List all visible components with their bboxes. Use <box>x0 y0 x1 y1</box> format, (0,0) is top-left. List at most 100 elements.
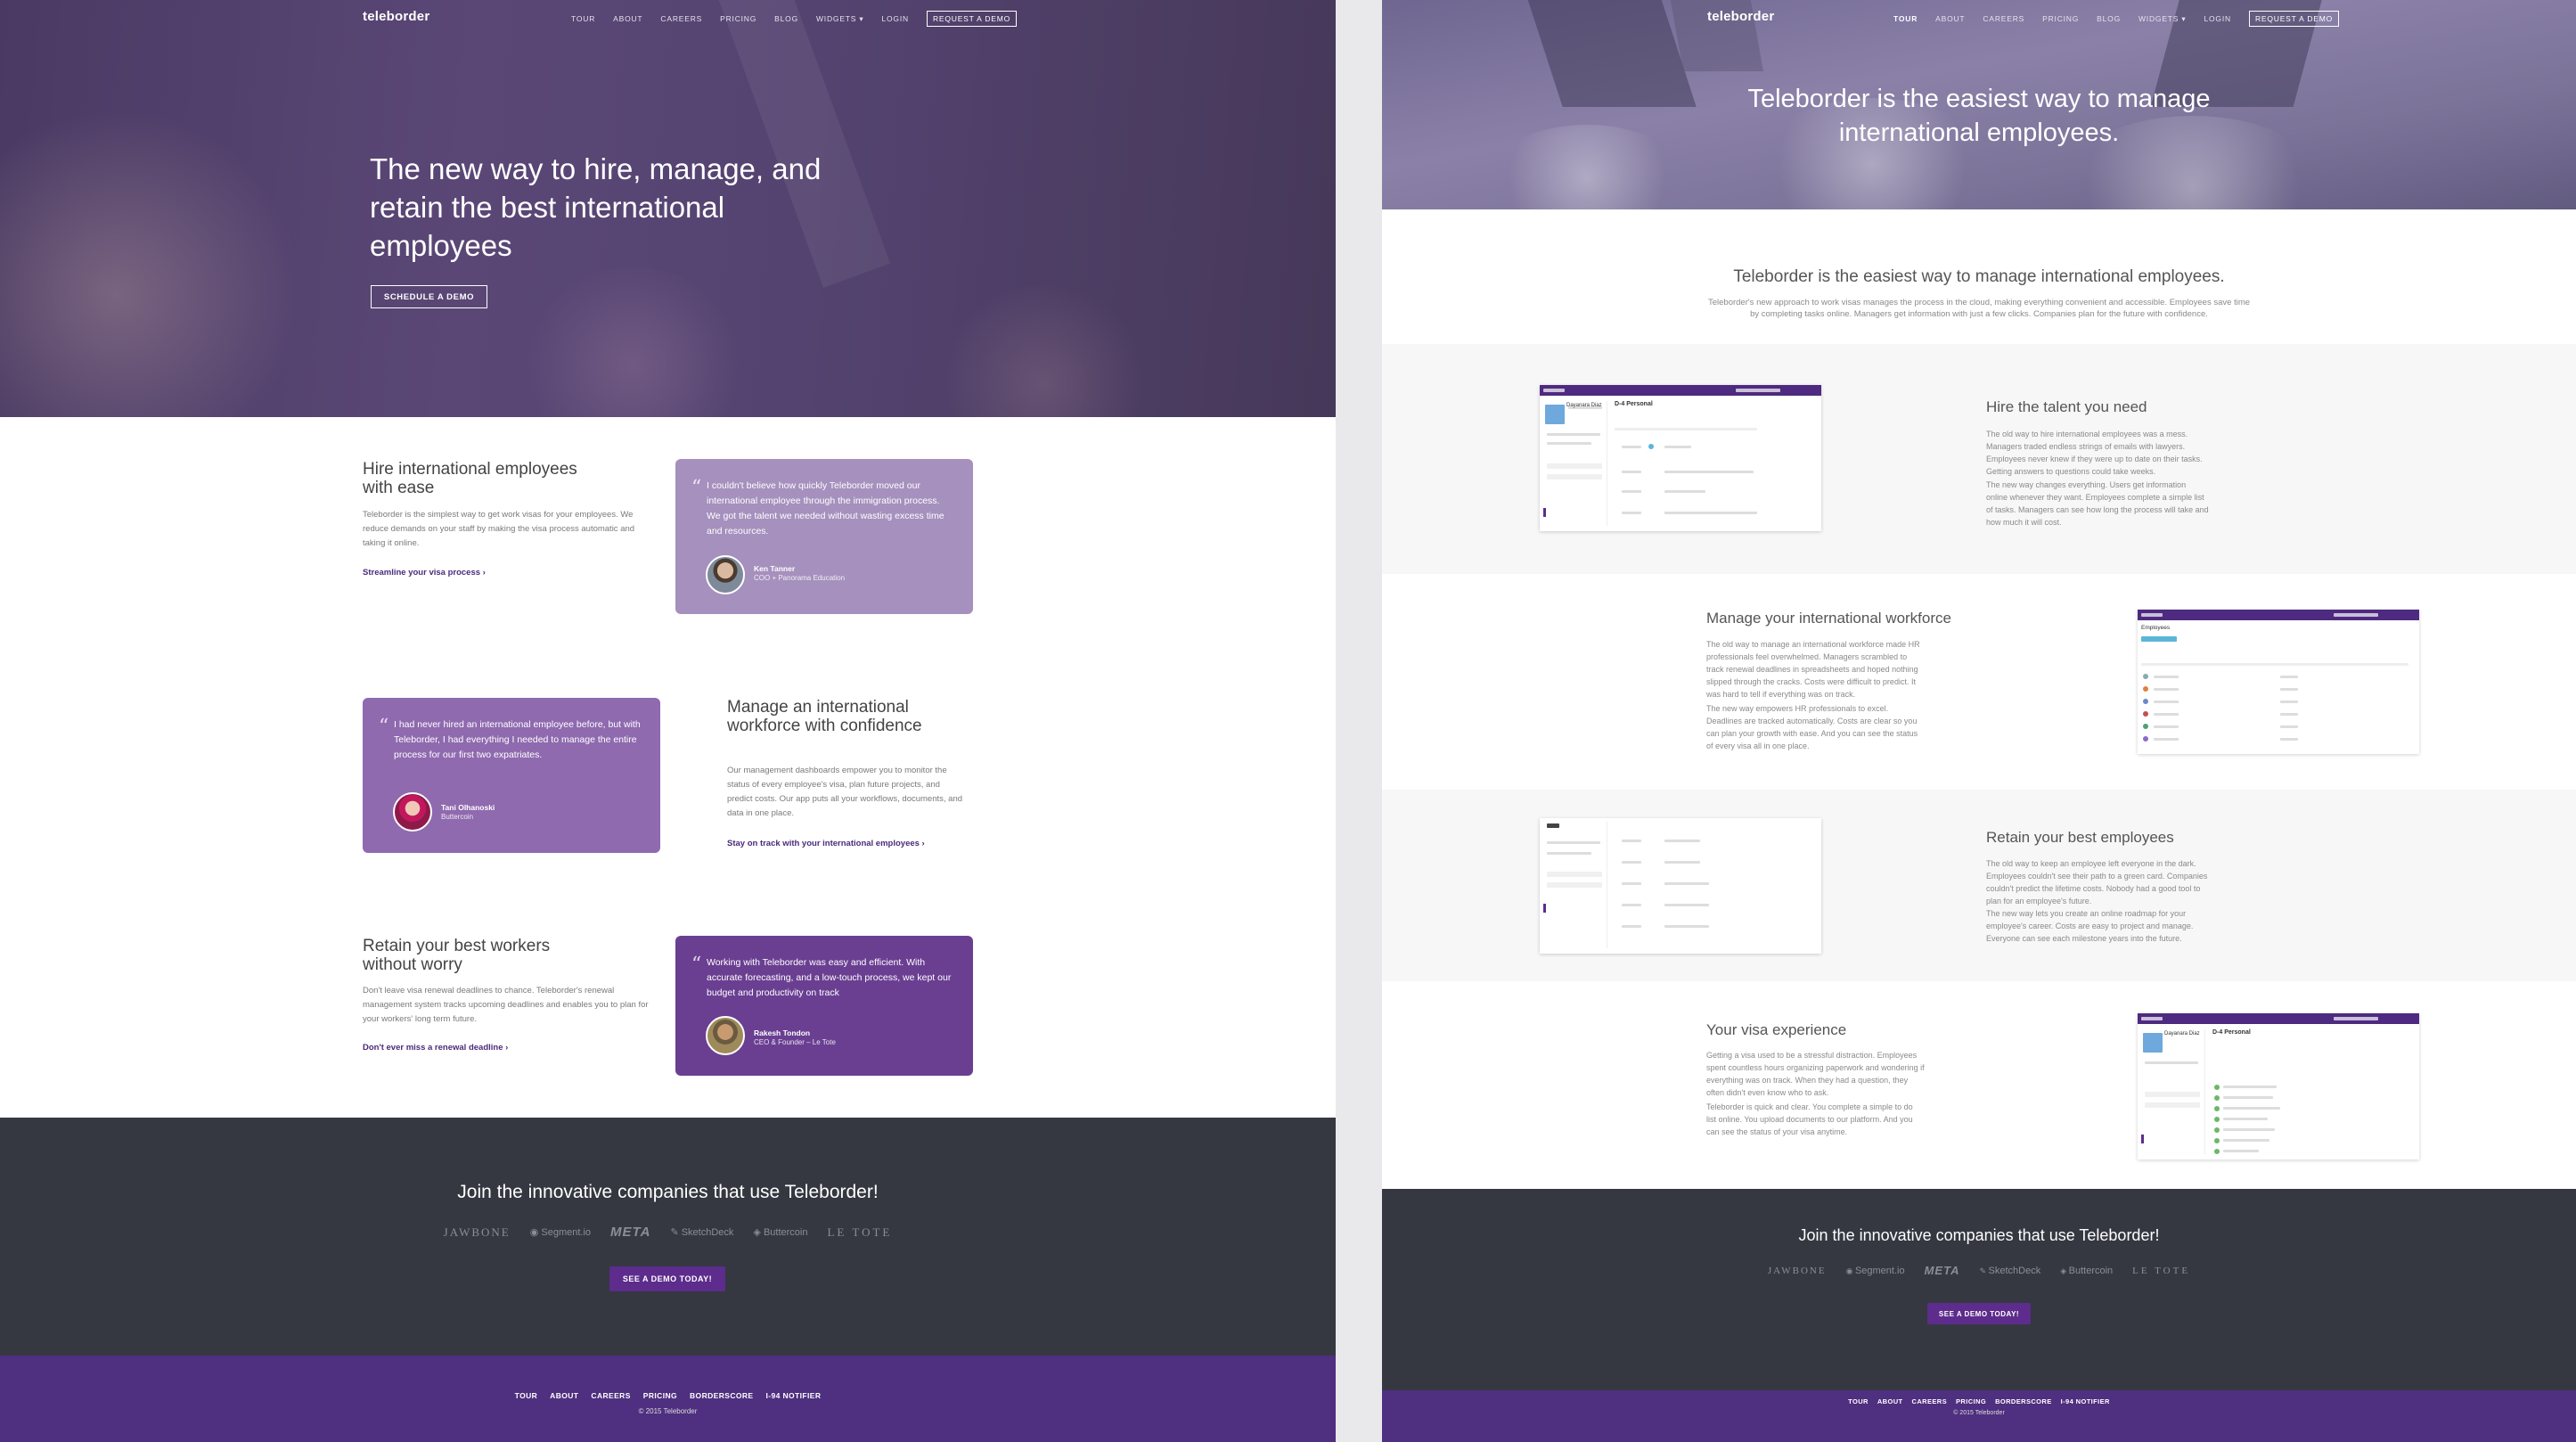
nav-careers[interactable]: CAREERS <box>660 14 702 23</box>
section-hire-title: Hire the talent you need <box>1986 398 2147 415</box>
footer-pricing[interactable]: PRICING <box>643 1391 677 1400</box>
feature-manage-link[interactable]: Stay on track with your international em… <box>727 839 925 848</box>
section-manage-p1: The old way to manage an international w… <box>1706 640 1920 699</box>
footer-links: TOUR ABOUT CAREERS PRICING BORDERSCORE I… <box>1382 1397 2576 1405</box>
buttercoin-logo-text: Buttercoin <box>763 1227 808 1238</box>
testimonial-name: Tani Olhanoski <box>441 803 495 812</box>
tour-page: Teleborder is the easiest way to manage … <box>1382 0 2576 1442</box>
section-visa-p1: Getting a visa used to be a stressful di… <box>1706 1051 1925 1097</box>
app-screenshot: D-4 Personal Dayanara Diaz <box>1540 385 1821 531</box>
nav-menu: TOUR ABOUT CAREERS PRICING BLOG WIDGETS … <box>571 11 1018 27</box>
footer-borderscore[interactable]: BORDERSCORE <box>1995 1397 2052 1405</box>
intro-body: Teleborder's new approach to work visas … <box>1707 298 2251 319</box>
meta-logo: META <box>1924 1264 1960 1277</box>
see-demo-button[interactable]: SEE A DEMO TODAY! <box>609 1266 725 1291</box>
schedule-demo-button[interactable]: SCHEDULE A DEMO <box>371 285 487 308</box>
testimonial-quote: Working with Teleborder was easy and eff… <box>707 957 952 998</box>
nav-login[interactable]: LOGIN <box>2204 14 2230 23</box>
customer-logos: JAWBONE ◉ Segment.io META ✎ SketchDeck ◈… <box>0 1225 1336 1240</box>
employees-dashboard-screenshot: Employees <box>2138 610 2419 754</box>
nav-widgets[interactable]: WIDGETS ▾ <box>816 14 864 24</box>
testimonial-quote: I had never hired an international emplo… <box>394 719 641 760</box>
customer-logos: JAWBONE ◉ Segment.io META ✎ SketchDeck ◈… <box>1382 1264 2576 1277</box>
logo[interactable]: teleborder <box>363 9 429 24</box>
footer-tour[interactable]: TOUR <box>1848 1397 1869 1405</box>
nav-pricing[interactable]: PRICING <box>720 14 756 23</box>
meta-logo: META <box>610 1225 651 1240</box>
section-hire-p1: The old way to hire international employ… <box>1986 430 2203 476</box>
testimonial-quote: I couldn't believe how quickly Teleborde… <box>707 480 945 537</box>
sketchdeck-logo: ✎ SketchDeck <box>670 1227 734 1238</box>
section-manage-title: Manage your international workforce <box>1706 610 1951 627</box>
sketchdeck-logo-text: SketchDeck <box>681 1227 734 1238</box>
mock-personal-label: D-4 Personal <box>2212 1029 2251 1036</box>
section-hire-p2: The new way changes everything. Users ge… <box>1986 480 2209 527</box>
feature-hire-link[interactable]: Streamline your visa process › <box>363 568 486 578</box>
footer: TOUR ABOUT CAREERS PRICING BORDERSCORE I… <box>0 1356 1336 1442</box>
feature-retain-link[interactable]: Don't ever miss a renewal deadline › <box>363 1043 508 1053</box>
mock-person-name: Dayanara Diaz <box>1566 403 1602 408</box>
home-page: The new way to hire, manage, and retain … <box>0 0 1336 1442</box>
request-demo-button[interactable]: REQUEST A DEMO <box>926 11 1018 27</box>
testimonial-card: “ I had never hired an international emp… <box>363 698 660 853</box>
segment-logo: ◉ Segment.io <box>529 1227 592 1238</box>
letote-logo: LE TOTE <box>2132 1265 2191 1276</box>
nav-login[interactable]: LOGIN <box>881 14 908 23</box>
footer: TOUR ABOUT CAREERS PRICING BORDERSCORE I… <box>1382 1390 2576 1442</box>
mock-employees-label: Employees <box>2141 625 2171 631</box>
buttercoin-logo: ◈ Buttercoin <box>753 1227 808 1238</box>
top-nav: teleborder TOUR ABOUT CAREERS PRICING BL… <box>1382 0 2576 34</box>
feature-manage-title: Manage an international workforce with c… <box>727 698 922 735</box>
app-screenshot: D-4 Personal Dayanara Diaz <box>2138 1013 2419 1159</box>
footer-borderscore[interactable]: BORDERSCORE <box>690 1391 753 1400</box>
footer-pricing[interactable]: PRICING <box>1956 1397 1986 1405</box>
testimonial-role: CEO & Founder – Le Tote <box>754 1038 836 1046</box>
hero-title: The new way to hire, manage, and retain … <box>370 152 822 262</box>
mock-person-name: Dayanara Diaz <box>2164 1031 2200 1036</box>
jawbone-logo: JAWBONE <box>443 1225 511 1239</box>
testimonial-role: COO + Panorama Education <box>754 574 846 582</box>
footer-i94[interactable]: I-94 NOTIFIER <box>2061 1397 2110 1405</box>
nav-about[interactable]: ABOUT <box>613 14 642 23</box>
nav-tour[interactable]: TOUR <box>571 14 595 23</box>
customers-section: Join the innovative companies that use T… <box>0 1118 1336 1356</box>
segment-logo: ◉ Segment.io <box>1845 1265 1905 1276</box>
see-demo-button[interactable]: SEE A DEMO TODAY! <box>1927 1303 2031 1324</box>
top-nav: teleborder TOUR ABOUT CAREERS PRICING BL… <box>0 0 1336 34</box>
testimonial-card: “ I couldn't believe how quickly Telebor… <box>675 459 973 614</box>
tour-hero-title: Teleborder is the easiest way to manage … <box>1747 85 2211 147</box>
nav-tour[interactable]: TOUR <box>1893 14 1918 23</box>
jawbone-logo: JAWBONE <box>1767 1265 1827 1276</box>
avatar <box>393 792 432 832</box>
footer-careers[interactable]: CAREERS <box>591 1391 630 1400</box>
footer-careers[interactable]: CAREERS <box>1912 1397 1947 1405</box>
footer-about[interactable]: ABOUT <box>550 1391 578 1400</box>
request-demo-button[interactable]: REQUEST A DEMO <box>2248 11 2340 27</box>
customers-section: Join the innovative companies that use T… <box>1382 1189 2576 1390</box>
nav-careers[interactable]: CAREERS <box>1983 14 2024 23</box>
section-manage-p2: The new way empowers HR professionals to… <box>1706 704 1918 750</box>
quote-icon: “ <box>691 477 702 499</box>
nav-blog[interactable]: BLOG <box>774 14 798 23</box>
copyright: © 2015 Teleborder <box>638 1407 698 1415</box>
avatar <box>706 555 745 594</box>
footer-about[interactable]: ABOUT <box>1877 1397 1903 1405</box>
avatar <box>706 1016 745 1055</box>
nav-menu: TOUR ABOUT CAREERS PRICING BLOG WIDGETS … <box>1893 11 2340 27</box>
nav-about[interactable]: ABOUT <box>1935 14 1965 23</box>
feature-manage-body: Our management dashboards empower you to… <box>727 766 963 818</box>
footer-i94[interactable]: I-94 NOTIFIER <box>765 1391 821 1400</box>
customers-title: Join the innovative companies that use T… <box>1798 1226 2160 1244</box>
feature-retain-title: Retain your best workers without worry <box>363 937 551 974</box>
testimonial-name: Rakesh Tondon <box>754 1028 811 1037</box>
nav-widgets[interactable]: WIDGETS ▾ <box>2138 14 2187 24</box>
app-screenshot <box>1540 818 1821 954</box>
section-retain-title: Retain your best employees <box>1986 829 2174 846</box>
nav-pricing[interactable]: PRICING <box>2042 14 2079 23</box>
footer-links: TOUR ABOUT CAREERS PRICING BORDERSCORE I… <box>0 1391 1336 1400</box>
logo[interactable]: teleborder <box>1707 9 1774 24</box>
footer-tour[interactable]: TOUR <box>515 1391 538 1400</box>
nav-blog[interactable]: BLOG <box>2097 14 2121 23</box>
testimonial-name: Ken Tanner <box>754 564 796 573</box>
segment-logo-text: Segment.io <box>541 1227 592 1238</box>
